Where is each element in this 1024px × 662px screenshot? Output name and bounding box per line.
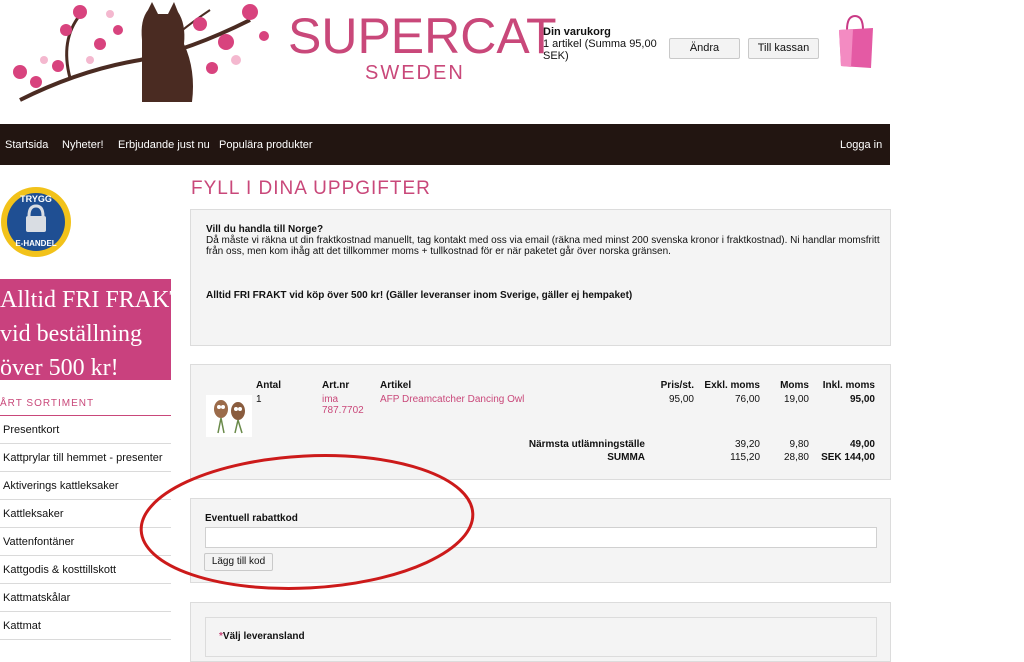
header-artnr: Art.nr	[322, 380, 350, 391]
shipping-inkl-moms: 49,00	[849, 439, 875, 450]
total-exkl-moms: 115,20	[730, 452, 760, 463]
nav-item-erbjudande[interactable]: Erbjudande just nu	[118, 139, 210, 151]
promo-line: vid beställning	[0, 321, 142, 347]
cart-title: Din varukorg	[543, 26, 611, 38]
login-link[interactable]: Logga in	[840, 139, 882, 151]
norway-info-box: Vill du handla till Norge? Då måste vi r…	[190, 209, 891, 346]
page-title: FYLL I DINA UPPGIFTER	[191, 178, 431, 199]
shipping-label: Närmsta utlämningställe	[528, 439, 645, 450]
checkout-button[interactable]: Till kassan	[748, 38, 819, 59]
delivery-country-label-text: Välj leveransland	[222, 631, 305, 642]
header-inkl-moms: Inkl. moms	[822, 380, 875, 391]
header-antal: Antal	[256, 380, 281, 391]
promo-line: Alltid FRI FRAKT	[0, 287, 171, 313]
shopping-bag-icon[interactable]	[833, 14, 877, 70]
cart-summary: 1 artikel (Summa 95,00 SEK)	[543, 38, 657, 62]
cell-exkl-moms: 76,00	[734, 394, 760, 405]
free-shipping-promo-banner[interactable]: Alltid FRI FRAKT vid beställning över 50…	[0, 279, 171, 380]
badge-text-ehandel: E-HANDEL	[15, 239, 56, 248]
total-inkl-moms: SEK 144,00	[821, 452, 875, 463]
header-moms: Moms	[780, 380, 809, 391]
nav-item-startsida[interactable]: Startsida	[5, 139, 48, 151]
badge-text-trygg: TRYGG	[20, 194, 52, 204]
cell-artnr[interactable]: ima 787.7702	[322, 394, 366, 416]
total-moms: 28,80	[783, 452, 809, 463]
nav-item-nyheter[interactable]: Nyheter!	[62, 139, 104, 151]
promo-line: över 500 kr!	[0, 355, 119, 380]
norway-info-title: Vill du handla till Norge?	[206, 224, 324, 235]
trygg-e-handel-badge-icon[interactable]: TRYGG E-HANDEL	[0, 180, 75, 264]
product-link[interactable]: AFP Dreamcatcher Dancing Owl	[380, 394, 524, 405]
free-shipping-notice: Alltid FRI FRAKT vid köp över 500 kr! (G…	[206, 290, 633, 301]
norway-info-text: Då måste vi räkna ut din fraktkostnad ma…	[206, 235, 880, 257]
product-thumbnail[interactable]	[206, 395, 252, 437]
delivery-country-label: *Välj leveransland	[219, 631, 305, 642]
sidebar-item-kattmat[interactable]: Kattmat	[0, 612, 171, 640]
site-logo[interactable]: SUPERCAT	[288, 8, 557, 64]
shipping-exkl-moms: 39,20	[734, 439, 760, 450]
header-artikel: Artikel	[380, 380, 412, 391]
site-logo-subtitle: SWEDEN	[365, 62, 465, 84]
shipping-moms: 9,80	[789, 439, 809, 450]
main-navigation: Startsida Nyheter! Erbjudande just nu Po…	[0, 124, 890, 165]
cell-inkl-moms: 95,00	[849, 394, 875, 405]
red-annotation-ellipse	[139, 454, 475, 590]
header-pris: Pris/st.	[660, 380, 694, 391]
total-label: SUMMA	[607, 452, 645, 463]
delivery-country-box: *Välj leveransland	[190, 602, 891, 662]
sidebar-section-title: ÅRT SORTIMENT	[0, 398, 95, 409]
nav-item-populara[interactable]: Populära produkter	[219, 139, 313, 151]
cell-pris: 95,00	[668, 394, 694, 405]
sidebar-item-presentkort[interactable]: Presentkort	[0, 416, 171, 444]
cell-antal: 1	[256, 394, 262, 405]
header-exkl-moms: Exkl. moms	[704, 380, 760, 391]
change-cart-button[interactable]: Ändra	[669, 38, 740, 59]
cell-moms: 19,00	[783, 394, 809, 405]
delivery-country-panel	[205, 617, 877, 657]
cherry-blossom-cat-logo-image	[13, 2, 269, 102]
